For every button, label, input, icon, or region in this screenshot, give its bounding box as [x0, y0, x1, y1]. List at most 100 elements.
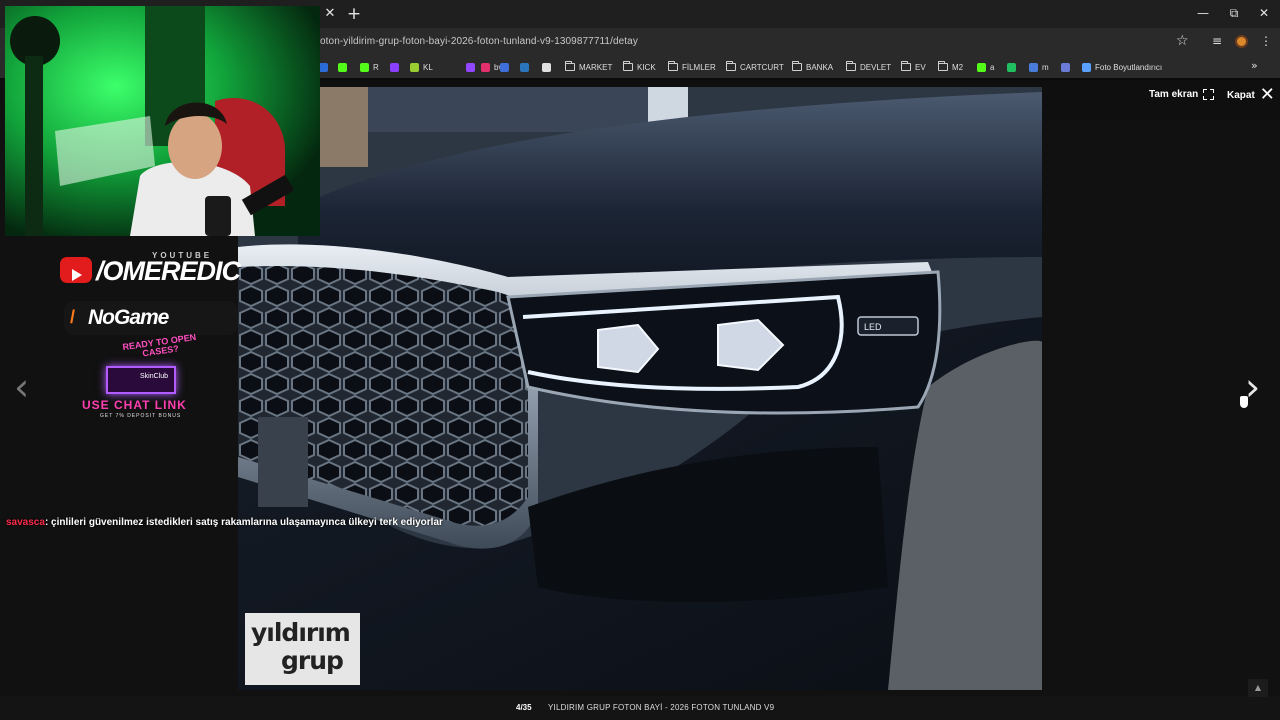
bookmark-item[interactable] [542, 60, 551, 74]
bookmark-item[interactable]: DEVLET [846, 60, 891, 74]
bookmark-item[interactable]: M2 [938, 60, 963, 74]
bookmark-item[interactable]: CARTCURT [726, 60, 784, 74]
bookmark-item[interactable] [1007, 60, 1016, 74]
nogame-label: NoGame [88, 306, 169, 329]
bookmark-item[interactable]: MARKET [565, 60, 612, 74]
address-bar-url[interactable]: oton-yildirim-grup-foton-bayi-2026-foton… [320, 36, 638, 47]
nogame-icon: / [70, 307, 76, 327]
bookmark-item[interactable] [319, 60, 328, 74]
folder-icon [901, 61, 911, 71]
folder-icon [623, 61, 633, 71]
truck-photo: LED [238, 87, 1042, 690]
favicon-icon [542, 62, 551, 72]
gallery-photo[interactable]: LED [238, 87, 1042, 690]
skinclub-subtext: GET 7% DEPOSIT BONUS [100, 413, 182, 419]
photo-counter: 4/35 [516, 703, 532, 712]
favicon-icon [1061, 62, 1070, 72]
webcam-overlay [5, 6, 320, 236]
chat-username: savasca [6, 517, 45, 528]
bookmark-label: R [373, 62, 379, 72]
scroll-to-top-button[interactable]: ▲ [1248, 679, 1268, 697]
favicon-icon [520, 62, 529, 72]
bookmark-label: a [990, 62, 995, 72]
fullscreen-icon [1203, 89, 1215, 100]
bookmark-item[interactable] [390, 60, 399, 74]
led-badge-text: LED [864, 322, 882, 332]
bookmark-item[interactable]: FİLMLER [668, 60, 716, 74]
chat-message: savasca: çinlileri güvenilmez istedikler… [6, 517, 443, 528]
folder-icon [726, 61, 736, 71]
bookmark-label: KL [423, 62, 433, 72]
photo-watermark: yıldırım grup [245, 613, 360, 685]
skinclub-box-icon [106, 366, 176, 394]
watermark-line1: yıldırım [251, 618, 351, 647]
close-label: Kapat [1227, 89, 1255, 101]
favicon-icon [410, 62, 419, 72]
bookmark-label: Foto Boyutlandırıcı [1095, 62, 1163, 72]
bookmark-item[interactable] [520, 60, 529, 74]
favicon-icon [360, 62, 369, 72]
bookmark-item[interactable]: KICK [623, 60, 656, 74]
favicon-icon [977, 62, 986, 72]
bookmark-label: M2 [952, 62, 964, 72]
watermark-line2: grup [281, 646, 344, 675]
bookmark-label: BANKA [806, 62, 834, 72]
favicon-icon [319, 62, 328, 72]
new-tab-button[interactable]: + [345, 5, 363, 23]
bookmark-item[interactable]: EV [901, 60, 926, 74]
favicon-icon [1082, 62, 1091, 72]
bookmark-item[interactable]: Foto Boyutlandırıcı [1082, 60, 1162, 74]
youtube-icon [60, 257, 92, 283]
bookmark-item[interactable] [500, 60, 509, 74]
folder-icon [668, 61, 678, 71]
window-close-button[interactable]: ✕ [1252, 3, 1276, 23]
menu-kebab-icon[interactable]: ⋮ [1259, 34, 1273, 48]
favicon-icon [390, 62, 399, 72]
favicon-icon [500, 62, 509, 72]
bookmark-label: EV [915, 62, 926, 72]
minimize-button[interactable]: — [1191, 3, 1215, 23]
favicon-icon [1029, 62, 1038, 72]
bookmark-item[interactable]: BANKA [792, 60, 833, 74]
mouse-cursor-icon [1239, 395, 1249, 409]
bookmark-item[interactable]: a [977, 60, 994, 74]
bookmark-label: KICK [637, 62, 656, 72]
close-lightbox-button[interactable]: Kapat ✕ [1227, 86, 1275, 104]
bookmark-item[interactable]: m [1029, 60, 1049, 74]
bookmark-item[interactable]: KL [410, 60, 433, 74]
folder-icon [792, 61, 802, 71]
bookmark-label: DEVLET [860, 62, 892, 72]
profile-avatar[interactable] [1235, 35, 1248, 48]
folder-icon [565, 61, 575, 71]
skinclub-cta: USE CHAT LINK [82, 398, 187, 412]
skinclub-brand: SkinClub [140, 373, 169, 380]
chat-text: : çinlileri güvenilmez istedikleri satış… [44, 517, 443, 528]
media-controls-icon[interactable]: ≡ [1210, 34, 1224, 48]
bookmark-item[interactable]: R [360, 60, 379, 74]
skinclub-headline: READY TO OPEN CASES? [121, 331, 197, 359]
bookmark-item[interactable] [466, 60, 475, 74]
fullscreen-label: Tam ekran [1149, 89, 1199, 100]
bookmark-label: CARTCURT [740, 62, 784, 72]
tab-close-button[interactable]: ✕ [322, 6, 338, 22]
bookmark-item[interactable] [1061, 60, 1070, 74]
previous-photo-button[interactable]: ‹ [14, 368, 29, 406]
folder-icon [846, 61, 856, 71]
favicon-icon [481, 62, 490, 72]
restore-button[interactable]: ⧉ [1222, 3, 1246, 23]
folder-icon [938, 61, 948, 71]
favicon-icon [338, 62, 347, 72]
bookmark-item[interactable] [338, 60, 347, 74]
bookmarks-overflow-button[interactable]: » [1251, 59, 1258, 72]
webcam-feed [5, 6, 320, 236]
favicon-icon [466, 62, 475, 72]
bookmark-label: MARKET [579, 62, 613, 72]
bookmark-star-icon[interactable]: ☆ [1176, 33, 1189, 49]
nogame-sponsor-logo: / NoGame [64, 301, 238, 335]
fullscreen-button[interactable]: Tam ekran [1149, 89, 1215, 100]
bookmark-label: FİLMLER [682, 62, 716, 72]
youtube-channel-logo: YOUTUBE /OMEREDIC [60, 251, 241, 292]
skinclub-sponsor-banner: READY TO OPEN CASES? SkinClub USE CHAT L… [80, 332, 210, 422]
favicon-icon [1007, 62, 1016, 72]
screen: ✕ + — ⧉ ✕ oton-yildirim-grup-foton-bayi-… [0, 0, 1280, 720]
